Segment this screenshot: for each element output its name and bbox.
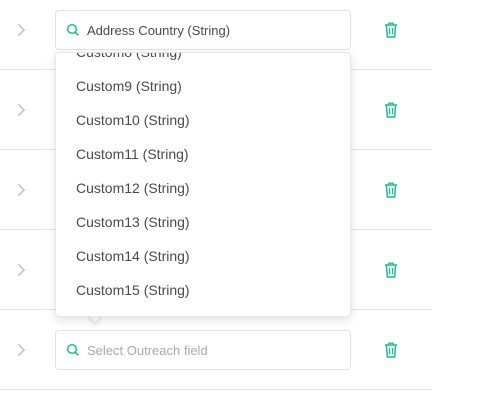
dropdown-option[interactable]: Custom11 (String) xyxy=(56,137,350,171)
trash-icon[interactable] xyxy=(383,101,399,119)
outreach-field-select[interactable]: Select Outreach field xyxy=(55,330,351,370)
expand-chevron-icon[interactable] xyxy=(14,260,28,280)
trash-icon[interactable] xyxy=(383,341,399,359)
dropdown-option[interactable]: Custom12 (String) xyxy=(56,171,350,205)
dropdown-option[interactable]: Custom15 (String) xyxy=(56,273,350,307)
selected-field-value: Address Country (String) xyxy=(87,22,231,38)
dropdown-option[interactable]: Custom10 (String) xyxy=(56,103,350,137)
expand-chevron-icon[interactable] xyxy=(14,180,28,200)
outreach-field-select[interactable]: Address Country (String) xyxy=(55,10,351,50)
expand-chevron-icon[interactable] xyxy=(14,20,28,40)
field-dropdown-menu: Custom8 (String) Custom9 (String) Custom… xyxy=(55,52,351,317)
trash-icon[interactable] xyxy=(383,261,399,279)
search-icon xyxy=(66,23,79,36)
trash-icon[interactable] xyxy=(383,21,399,39)
search-icon xyxy=(66,343,79,356)
dropdown-option[interactable]: Custom9 (String) xyxy=(56,69,350,103)
dropdown-option[interactable]: Custom14 (String) xyxy=(56,239,350,273)
dropdown-option[interactable]: Custom8 (String) xyxy=(56,53,350,69)
mapping-row-5: Select Outreach field xyxy=(0,310,432,390)
expand-chevron-icon[interactable] xyxy=(14,100,28,120)
dropdown-option[interactable]: Custom13 (String) xyxy=(56,205,350,239)
trash-icon[interactable] xyxy=(383,181,399,199)
field-placeholder: Select Outreach field xyxy=(87,342,208,358)
expand-chevron-icon[interactable] xyxy=(14,340,28,360)
